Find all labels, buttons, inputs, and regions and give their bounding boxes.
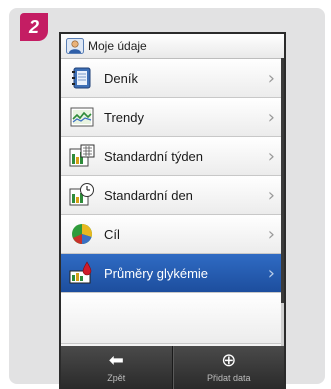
chevron-right-icon: › xyxy=(267,184,275,206)
back-button[interactable]: ⬅ Zpět xyxy=(61,346,173,389)
menu-item-label: Deník xyxy=(104,70,138,86)
menu-item-label: Standardní týden xyxy=(104,148,204,164)
chevron-right-icon: › xyxy=(267,262,275,284)
menu-item-partial[interactable] xyxy=(61,293,281,344)
user-icon xyxy=(66,38,84,54)
menu-item-standard-week[interactable]: Standardní týden › xyxy=(61,137,281,176)
screen-title: Moje údaje xyxy=(88,39,147,53)
arrow-left-icon: ⬅ xyxy=(108,350,124,371)
chevron-right-icon: › xyxy=(267,67,275,89)
logbook-icon xyxy=(68,65,96,91)
menu-item-trends[interactable]: Trendy › xyxy=(61,98,281,137)
menu-item-standard-day[interactable]: Standardní den › xyxy=(61,176,281,215)
add-data-label: Přidat data xyxy=(206,373,251,383)
bottom-toolbar: ⬅ Zpět ⊕ Přidat data xyxy=(61,346,284,389)
menu-item-glycemia-averages[interactable]: Průměry glykémie › xyxy=(61,254,281,293)
plus-circle-icon: ⊕ xyxy=(221,350,237,371)
menu-item-label: Standardní den xyxy=(104,187,193,203)
device-screen: Moje údaje Deník › Trendy › Standardní t… xyxy=(61,34,284,389)
menu-item-target[interactable]: Cíl › xyxy=(61,215,281,254)
chevron-right-icon: › xyxy=(267,223,275,245)
blood-drop-icon xyxy=(68,260,96,286)
chevron-right-icon: › xyxy=(267,106,275,128)
menu-item-label: Cíl xyxy=(104,226,120,242)
menu-item-logbook[interactable]: Deník › xyxy=(61,59,281,98)
standard-day-icon xyxy=(68,182,96,208)
menu-item-label: Průměry glykémie xyxy=(104,265,209,281)
menu-item-partial-icon xyxy=(68,305,96,331)
scrollbar[interactable] xyxy=(281,58,284,374)
back-label: Zpět xyxy=(107,373,126,383)
chevron-right-icon: › xyxy=(267,145,275,167)
screen-titlebar: Moje údaje xyxy=(61,34,284,59)
trend-graph-icon xyxy=(68,104,96,130)
scrollbar-thumb[interactable] xyxy=(281,58,284,303)
step-badge: 2 xyxy=(20,13,48,41)
menu-item-label: Trendy xyxy=(104,109,144,125)
pie-chart-icon xyxy=(68,221,96,247)
standard-week-icon xyxy=(68,143,96,169)
add-data-button[interactable]: ⊕ Přidat data xyxy=(172,346,285,389)
